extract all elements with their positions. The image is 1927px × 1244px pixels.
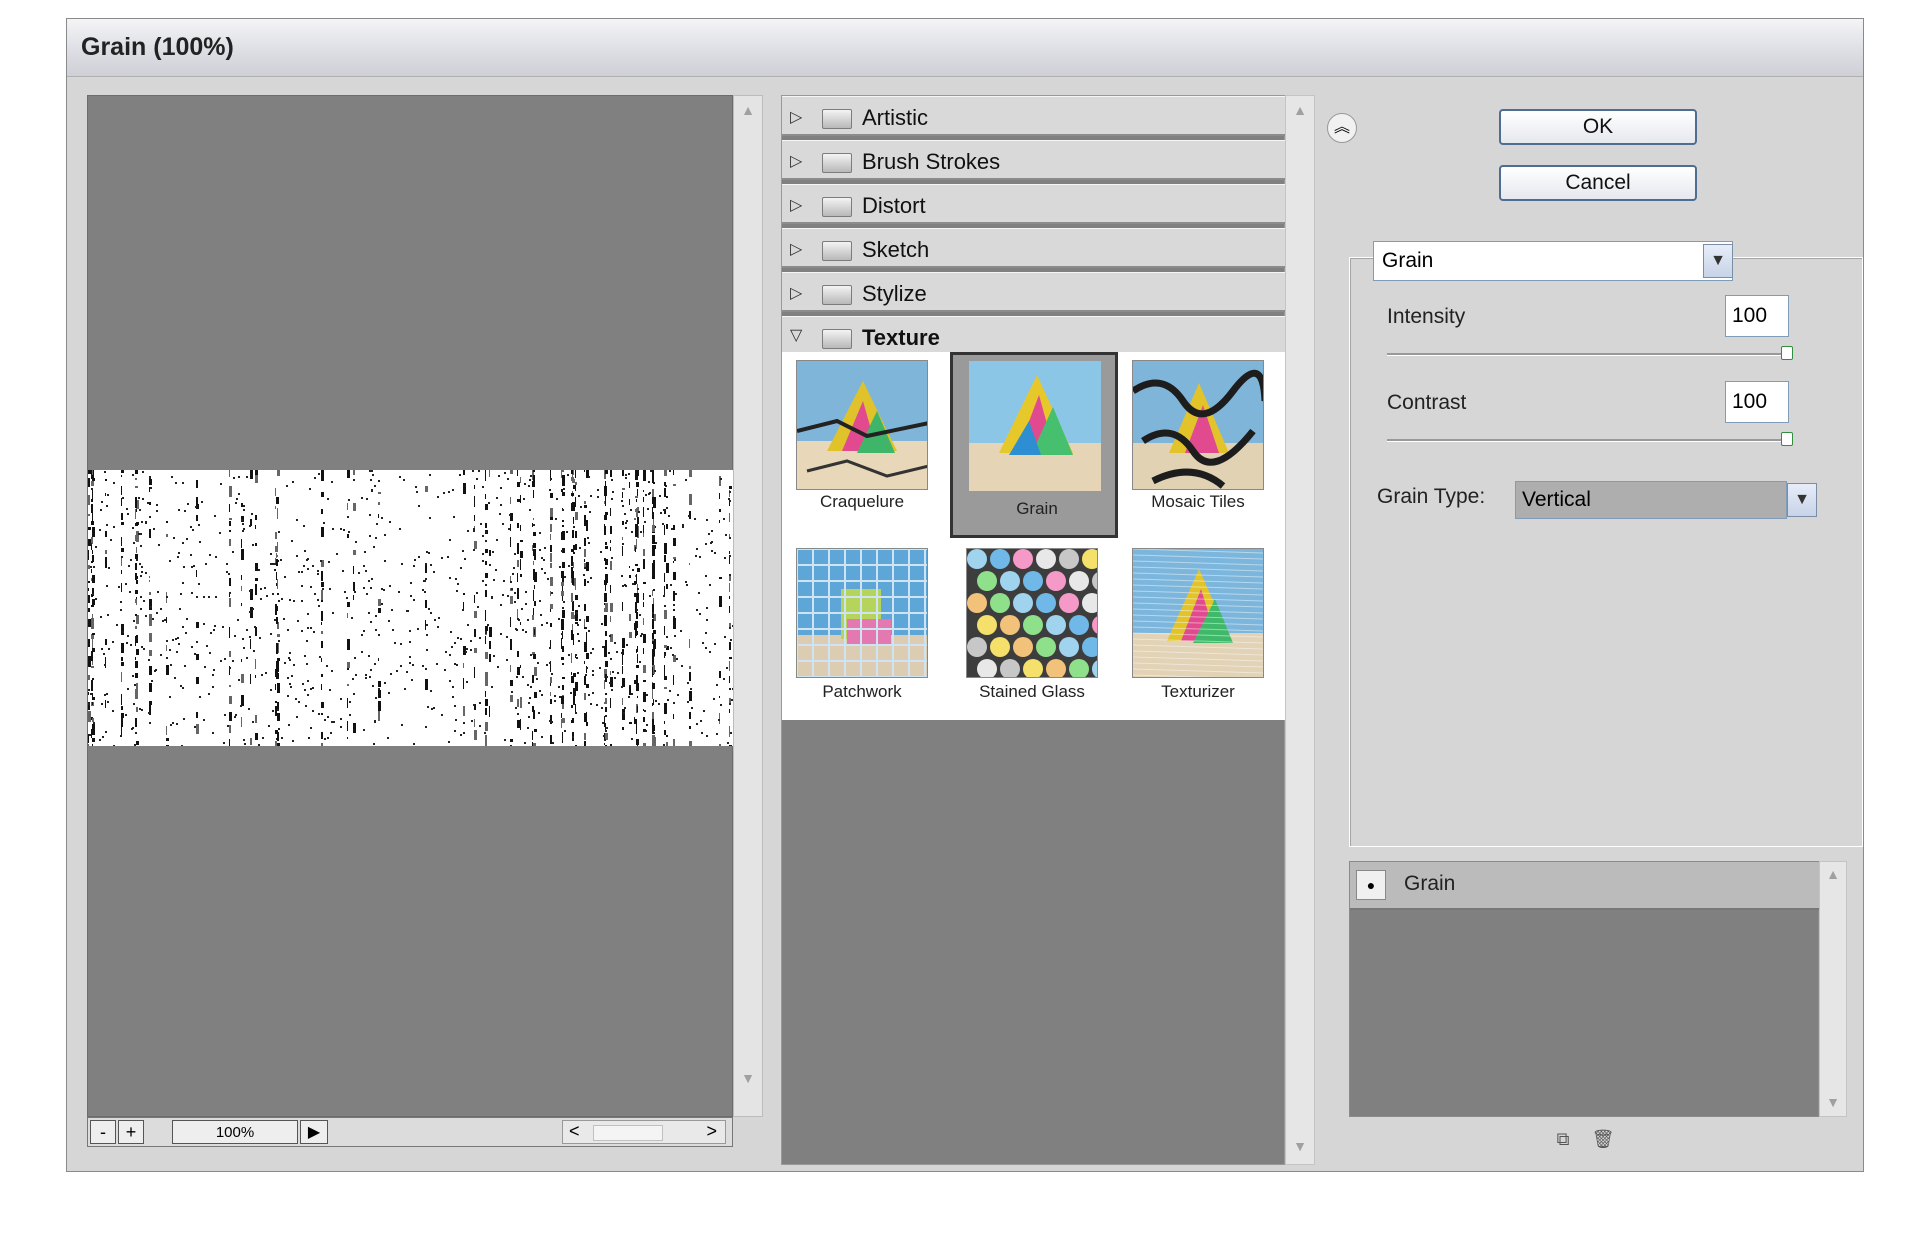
layers-scrollbar[interactable]: ▲ ▼ xyxy=(1819,861,1847,1117)
expand-triangle-icon[interactable]: ▷ xyxy=(790,283,802,303)
scroll-left-arrow-icon[interactable]: < xyxy=(569,1121,580,1142)
expand-triangle-icon[interactable]: ▷ xyxy=(790,195,802,215)
scroll-right-arrow-icon[interactable]: > xyxy=(706,1121,717,1142)
scroll-down-arrow-icon[interactable]: ▼ xyxy=(1820,1094,1846,1110)
folder-label: Brush Strokes xyxy=(862,149,1001,174)
folder-label: Texture xyxy=(862,325,940,350)
thumb-texturizer[interactable] xyxy=(1132,548,1264,678)
folder-icon xyxy=(822,109,852,129)
grain-type-value: Vertical xyxy=(1522,488,1591,511)
folder-icon xyxy=(822,153,852,173)
thumb-label: Stained Glass xyxy=(979,682,1085,701)
thumb-stained-glass[interactable] xyxy=(966,548,1098,678)
delete-effect-layer-icon[interactable]: 🗑 xyxy=(1591,1129,1615,1153)
thumb-label: Craquelure xyxy=(819,492,905,511)
thumb-mosaic-tiles[interactable] xyxy=(1132,360,1264,490)
craquelure-thumbnail xyxy=(797,361,927,489)
thumb-label: Patchwork xyxy=(822,682,902,701)
effect-layer-row[interactable]: ● Grain xyxy=(1350,862,1820,910)
folder-icon xyxy=(822,285,852,305)
grain-type-select[interactable]: Vertical xyxy=(1515,481,1787,519)
contrast-slider-track[interactable] xyxy=(1387,439,1785,442)
zoom-menu-button[interactable]: ▶ xyxy=(300,1120,328,1144)
intensity-slider-track[interactable] xyxy=(1387,353,1785,356)
layer-name: Grain xyxy=(1404,872,1456,895)
thumb-label: Mosaic Tiles xyxy=(1151,492,1245,511)
chevron-down-icon[interactable]: ▼ xyxy=(1703,244,1733,278)
thumb-patchwork[interactable] xyxy=(796,548,928,678)
folder-icon xyxy=(822,329,852,349)
scroll-down-arrow-icon[interactable]: ▼ xyxy=(734,1070,762,1086)
thumb-grain[interactable]: Grain xyxy=(950,352,1118,538)
thumb-craquelure[interactable] xyxy=(796,360,928,490)
filter-list-scrollbar[interactable]: ▲ ▼ xyxy=(1285,95,1315,1165)
contrast-input[interactable]: 100 xyxy=(1725,381,1789,423)
folder-label: Sketch xyxy=(862,237,930,262)
cancel-button[interactable]: Cancel xyxy=(1499,165,1697,201)
folder-distort[interactable]: ▷ Distort xyxy=(782,184,1286,224)
folder-artistic[interactable]: ▷ Artistic xyxy=(782,96,1286,136)
folder-label: Artistic xyxy=(862,105,928,130)
preview-horizontal-scrollbar[interactable]: < > xyxy=(562,1120,726,1144)
scroll-up-arrow-icon[interactable]: ▲ xyxy=(1820,866,1846,882)
folder-brush-strokes[interactable]: ▷ Brush Strokes xyxy=(782,140,1286,180)
folder-sketch[interactable]: ▷ Sketch xyxy=(782,228,1286,268)
grain-type-label: Grain Type: xyxy=(1377,485,1486,508)
texture-thumbnails: Craquelure Grain Mosaic Tiles Patchwork … xyxy=(782,352,1286,720)
zoom-out-button[interactable]: - xyxy=(90,1120,116,1144)
expand-triangle-icon[interactable]: ▷ xyxy=(790,151,802,171)
title-bar[interactable]: Grain (100%) xyxy=(67,19,1863,77)
preview-canvas[interactable] xyxy=(87,95,734,1117)
expand-triangle-icon[interactable]: ▷ xyxy=(790,107,802,127)
zoom-in-button[interactable]: + xyxy=(118,1120,144,1144)
double-chevron-up-icon: ︽ xyxy=(1333,119,1350,136)
folder-texture[interactable]: ▽ Texture xyxy=(782,316,1286,356)
grain-noise-graphic xyxy=(88,470,734,746)
ok-button[interactable]: OK xyxy=(1499,109,1697,145)
folder-label: Distort xyxy=(862,193,926,218)
zoom-bar: - + 100% ▶ < > xyxy=(87,1117,733,1147)
intensity-label: Intensity xyxy=(1387,305,1466,328)
collapse-gallery-button[interactable]: ︽ xyxy=(1327,113,1357,143)
chevron-down-icon[interactable]: ▼ xyxy=(1787,483,1817,517)
contrast-slider-thumb[interactable] xyxy=(1781,432,1793,446)
filter-gallery-dialog: Grain (100%) ▲ ▼ - + 100% ▶ < > ▷ Artist… xyxy=(66,18,1864,1172)
scroll-down-arrow-icon[interactable]: ▼ xyxy=(1286,1138,1314,1154)
patchwork-thumbnail xyxy=(797,549,927,677)
filter-select-value: Grain xyxy=(1382,249,1434,272)
mosaic-tiles-thumbnail xyxy=(1133,361,1263,489)
new-effect-layer-icon[interactable]: ⧉ xyxy=(1551,1129,1575,1153)
zoom-value: 100% xyxy=(172,1120,298,1144)
expand-triangle-icon[interactable]: ▷ xyxy=(790,239,802,259)
scroll-up-arrow-icon[interactable]: ▲ xyxy=(734,102,762,118)
effect-layers-panel: ● Grain xyxy=(1349,861,1820,1117)
scroll-thumb[interactable] xyxy=(593,1125,663,1141)
filter-gallery-list: ▷ Artistic ▷ Brush Strokes ▷ Distort ▷ S… xyxy=(781,95,1286,1165)
folder-icon xyxy=(822,241,852,261)
preview-vertical-scrollbar[interactable]: ▲ ▼ xyxy=(733,95,763,1117)
texturizer-thumbnail xyxy=(1133,549,1263,677)
folder-stylize[interactable]: ▷ Stylize xyxy=(782,272,1286,312)
contrast-label: Contrast xyxy=(1387,391,1467,414)
stained-glass-thumbnail xyxy=(967,549,1097,677)
eye-icon[interactable]: ● xyxy=(1356,870,1386,900)
dialog-title: Grain (100%) xyxy=(81,33,234,61)
intensity-slider-thumb[interactable] xyxy=(1781,346,1793,360)
grain-preview-image xyxy=(88,470,734,746)
thumb-label: Texturizer xyxy=(1161,682,1235,701)
filter-select[interactable]: Grain xyxy=(1373,241,1733,281)
intensity-input[interactable]: 100 xyxy=(1725,295,1789,337)
folder-label: Stylize xyxy=(862,281,927,306)
scroll-up-arrow-icon[interactable]: ▲ xyxy=(1286,102,1314,118)
folder-icon xyxy=(822,197,852,217)
collapse-triangle-icon[interactable]: ▽ xyxy=(790,325,802,345)
thumb-label: Grain xyxy=(1016,499,1058,518)
grain-thumbnail xyxy=(969,361,1101,491)
